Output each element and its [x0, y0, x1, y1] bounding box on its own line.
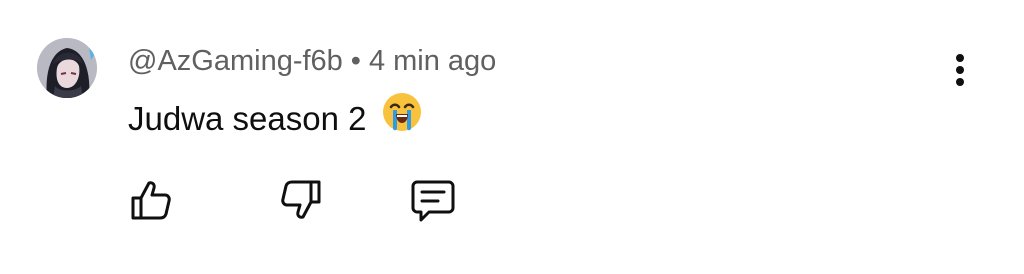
more-options-button[interactable] — [940, 48, 980, 92]
comment-item: @AzGaming-f6b • 4 min ago Judwa season 2 — [0, 0, 1024, 274]
thumbs-down-icon — [281, 180, 321, 219]
comment-text: Judwa season 2 — [128, 100, 367, 138]
avatar[interactable] — [37, 38, 97, 98]
crying-face-emoji-icon — [380, 90, 424, 145]
meta-separator: • — [350, 45, 361, 77]
more-vertical-icon — [956, 54, 964, 86]
thumbs-up-icon — [131, 181, 171, 220]
author-handle[interactable]: @AzGaming-f6b — [128, 45, 343, 77]
comment-body: Judwa season 2 — [128, 93, 424, 149]
reply-comment-icon — [411, 180, 455, 222]
reply-button[interactable] — [409, 176, 457, 224]
like-button[interactable] — [128, 176, 176, 224]
dislike-button[interactable] — [276, 176, 324, 224]
timestamp: 4 min ago — [368, 45, 497, 77]
comment-meta: @AzGaming-f6b • 4 min ago — [128, 42, 496, 80]
